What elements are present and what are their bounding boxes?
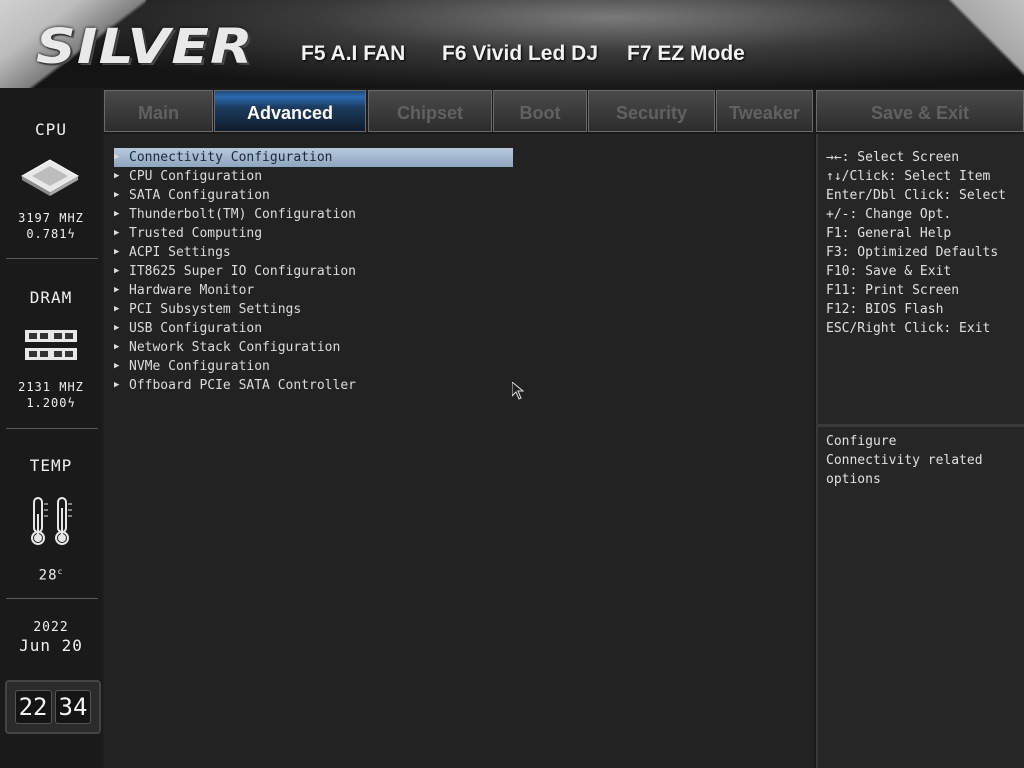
dram-frequency: 2131 MHZ	[18, 380, 84, 394]
key-help-line: F10: Save & Exit	[826, 264, 952, 279]
tab-chipset[interactable]: Chipset	[368, 90, 492, 132]
cpu-chip-icon	[20, 159, 80, 196]
cpu-voltage: 0.781ϟ	[26, 227, 76, 241]
key-help-line: ↑↓/Click: Select Item	[826, 169, 991, 184]
submenu-arrow-icon: ▶	[114, 380, 120, 390]
clock-display: 22 34	[5, 680, 101, 734]
submenu-arrow-icon: ▶	[114, 361, 120, 371]
key-help-line: ESC/Right Click: Exit	[826, 321, 991, 336]
date-month-day: Jun 20	[19, 636, 83, 655]
key-help-line: →←: Select Screen	[826, 150, 960, 165]
key-help-line: Enter/Dbl Click: Select	[826, 188, 1007, 203]
settings-menu-list: ▶ Connectivity Configuration ▶ CPU Configu…	[114, 148, 513, 395]
menu-item-network-stack-configuration[interactable]: ▶ Network Stack Configuration	[114, 338, 513, 357]
menu-item-hardware-monitor[interactable]: ▶ Hardware Monitor	[114, 281, 513, 300]
submenu-arrow-icon: ▶	[114, 342, 120, 352]
hotkey-ai-fan[interactable]: F5 A.I FAN	[301, 42, 405, 66]
menu-item-sata-configuration[interactable]: ▶ SATA Configuration	[114, 186, 513, 205]
tab-tweaker[interactable]: Tweaker	[716, 90, 813, 132]
divider	[818, 424, 1024, 427]
cpu-title: CPU	[35, 120, 67, 139]
submenu-arrow-icon: ▶	[114, 228, 120, 238]
submenu-arrow-icon: ▶	[114, 304, 120, 314]
description-line: options	[826, 472, 881, 487]
divider	[6, 598, 98, 599]
submenu-arrow-icon: ▶	[114, 190, 120, 200]
clock-minutes: 34	[54, 690, 92, 724]
mouse-pointer-icon	[512, 382, 524, 400]
date-year: 2022	[33, 620, 69, 635]
brand-logo: SILVER	[36, 19, 254, 75]
submenu-arrow-icon: ▶	[114, 152, 120, 162]
key-help-list: →←: Select Screen ↑↓/Click: Select Item …	[826, 148, 1006, 338]
menu-item-cpu-configuration[interactable]: ▶ CPU Configuration	[114, 167, 513, 186]
key-help-line: +/-: Change Opt.	[826, 207, 952, 222]
submenu-arrow-icon: ▶	[114, 247, 120, 257]
menu-item-offboard-pcie-sata-controller[interactable]: ▶ Offboard PCIe SATA Controller	[114, 376, 513, 395]
item-description: Configure Connectivity related options	[826, 432, 983, 489]
description-line: Connectivity related	[826, 453, 983, 468]
top-banner: SILVER F5 A.I FAN F6 Vivid Led DJ F7 EZ …	[0, 0, 1024, 88]
memory-module-icon	[25, 330, 77, 360]
menu-item-connectivity-configuration[interactable]: ▶ Connectivity Configuration	[114, 148, 513, 167]
dram-title: DRAM	[29, 288, 73, 307]
tab-save-exit[interactable]: Save & Exit	[816, 90, 1024, 132]
divider	[6, 258, 98, 259]
advanced-menu-pane: ▶ Connectivity Configuration ▶ CPU Configu…	[104, 134, 814, 768]
description-line: Configure	[826, 434, 897, 449]
menu-item-trusted-computing[interactable]: ▶ Trusted Computing	[114, 224, 513, 243]
submenu-arrow-icon: ▶	[114, 209, 120, 219]
submenu-arrow-icon: ▶	[114, 171, 120, 181]
temp-title: TEMP	[29, 456, 73, 475]
key-help-line: F3: Optimized Defaults	[826, 245, 999, 260]
hotkey-ez-mode[interactable]: F7 EZ Mode	[627, 42, 745, 66]
banner-decoration	[914, 0, 1024, 88]
menu-item-nvme-configuration[interactable]: ▶ NVMe Configuration	[114, 357, 513, 376]
dram-voltage: 1.200ϟ	[26, 396, 76, 410]
help-panel: →←: Select Screen ↑↓/Click: Select Item …	[816, 134, 1024, 768]
cpu-frequency: 3197 MHZ	[18, 211, 84, 225]
menu-item-usb-configuration[interactable]: ▶ USB Configuration	[114, 319, 513, 338]
menu-item-pci-subsystem-settings[interactable]: ▶ PCI Subsystem Settings	[114, 300, 513, 319]
menu-item-thunderbolt-configuration[interactable]: ▶ Thunderbolt(TM) Configuration	[114, 205, 513, 224]
tab-bar: Main Advanced Chipset Boot Security Twea…	[104, 88, 1024, 134]
tab-security[interactable]: Security	[588, 90, 715, 132]
system-info-panel: CPU 3197 MHZ 0.781ϟ DRAM 2131 MHZ 1.200ϟ…	[0, 88, 102, 768]
key-help-line: F11: Print Screen	[826, 283, 960, 298]
hotkey-vivid-led-dj[interactable]: F6 Vivid Led DJ	[442, 42, 598, 66]
menu-item-super-io-configuration[interactable]: ▶ IT8625 Super IO Configuration	[114, 262, 513, 281]
divider	[6, 428, 98, 429]
tab-main[interactable]: Main	[104, 90, 213, 132]
temperature-value: 28c	[38, 567, 64, 584]
tab-boot[interactable]: Boot	[493, 90, 587, 132]
thermometer-icon	[31, 497, 72, 545]
voltage-bolt-icon: ϟ	[67, 396, 76, 410]
clock-hours: 22	[14, 690, 52, 724]
submenu-arrow-icon: ▶	[114, 266, 120, 276]
voltage-bolt-icon: ϟ	[67, 227, 76, 241]
submenu-arrow-icon: ▶	[114, 323, 120, 333]
key-help-line: F12: BIOS Flash	[826, 302, 944, 317]
menu-item-acpi-settings[interactable]: ▶ ACPI Settings	[114, 243, 513, 262]
submenu-arrow-icon: ▶	[114, 285, 120, 295]
key-help-line: F1: General Help	[826, 226, 952, 241]
tab-advanced[interactable]: Advanced	[214, 90, 366, 132]
